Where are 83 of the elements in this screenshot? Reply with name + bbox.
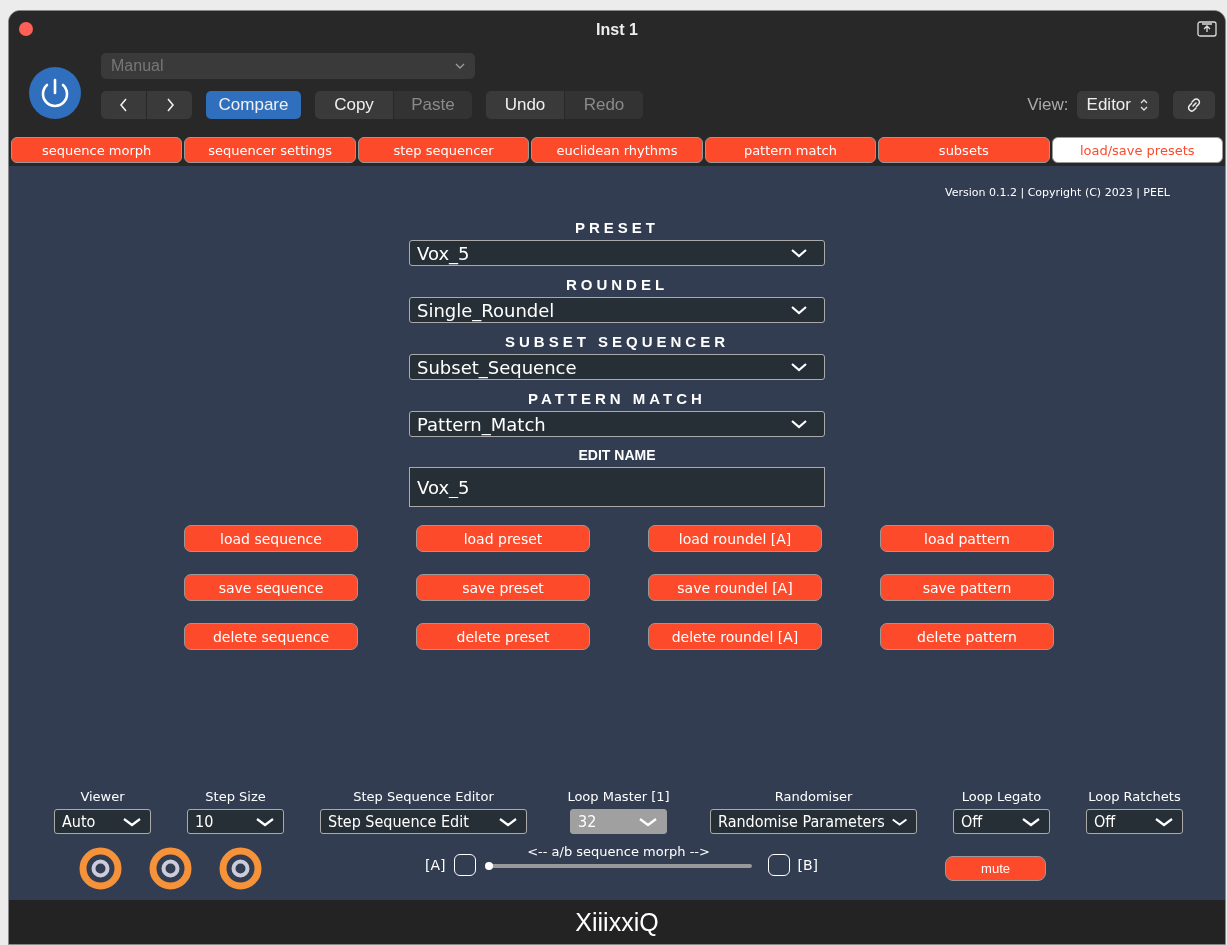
view-menu[interactable]: Editor — [1076, 91, 1159, 119]
chevron-down-icon — [790, 362, 808, 372]
chevron-down-icon — [790, 419, 808, 429]
window-title: Inst 1 — [596, 21, 638, 39]
chevron-left-icon — [118, 98, 129, 112]
chevron-down-icon — [790, 248, 808, 258]
history-button[interactable]: Undo — [486, 91, 564, 119]
name-input-field[interactable]: Vox_5 — [409, 467, 825, 507]
tab[interactable]: sequence morph — [11, 137, 183, 163]
mute-button[interactable]: mute — [945, 855, 1047, 881]
morph-slider-track[interactable] — [485, 864, 752, 868]
next-button[interactable] — [147, 91, 192, 119]
a-label: [A] — [425, 857, 446, 875]
power-button[interactable] — [29, 67, 81, 119]
compare-button[interactable]: Compare — [206, 91, 301, 119]
action-button[interactable]: load roundel [A] — [648, 525, 822, 552]
menu-label: Viewer — [80, 789, 125, 804]
field-label: SUBSET SEQUENCER — [505, 333, 729, 350]
ring-knob-icon[interactable] — [219, 846, 262, 890]
slider-thumb[interactable] — [484, 862, 493, 870]
action-button[interactable]: delete sequence — [184, 623, 358, 650]
field-label: ROUNDEL — [565, 276, 669, 293]
tab[interactable]: sequencer settings — [184, 137, 356, 163]
edit-button[interactable]: Copy — [315, 91, 393, 119]
chevron-down-icon — [890, 816, 908, 827]
ring-knob-icon[interactable] — [79, 846, 122, 890]
action-button[interactable]: delete preset — [416, 623, 590, 650]
menu-label: Loop Ratchets — [1088, 789, 1181, 804]
dropdown[interactable]: Randomise Parameters — [710, 809, 917, 834]
action-button[interactable]: save sequence — [184, 574, 358, 601]
menu-label: Randomiser — [774, 789, 853, 804]
menu-label: Loop Master [1] — [567, 789, 670, 804]
chevron-down-icon — [1021, 816, 1041, 827]
version-text: Version 0.1.2 | Copyright (C) 2023 | PEEL — [945, 186, 1170, 199]
action-button[interactable]: delete roundel [A] — [648, 623, 822, 650]
dropdown[interactable]: 10 — [187, 809, 284, 834]
field-label: EDIT NAME — [578, 447, 656, 463]
dropdown[interactable]: Auto — [54, 809, 151, 834]
preset-dropdown[interactable]: Pattern_Match — [409, 411, 825, 437]
tab[interactable]: euclidean rhythms — [531, 137, 703, 163]
menu-label: Loop Legato — [961, 789, 1042, 804]
close-button[interactable] — [19, 22, 33, 36]
action-button[interactable]: save preset — [416, 574, 590, 601]
b-checkbox[interactable] — [767, 854, 790, 876]
window-float-icon[interactable] — [1197, 21, 1217, 37]
menu-label: Step Sequence Editor — [353, 789, 494, 804]
chevron-down-icon — [1154, 816, 1174, 827]
previous-button[interactable] — [101, 91, 146, 119]
tab[interactable]: step sequencer — [357, 137, 530, 163]
chevron-down-icon — [498, 816, 518, 827]
chevron-down-icon — [122, 816, 142, 827]
chevron-right-icon — [164, 98, 175, 112]
dropdown[interactable]: Off — [953, 809, 1050, 834]
tab[interactable]: pattern match — [704, 137, 877, 163]
tab[interactable]: subsets — [878, 137, 1050, 163]
up-down-chevron-icon — [1139, 98, 1149, 112]
menu-label: Step Size — [205, 789, 266, 804]
link-button[interactable] — [1173, 91, 1215, 119]
chevron-down-icon — [455, 63, 465, 69]
view-label: View: — [1027, 95, 1069, 115]
action-button[interactable]: save roundel [A] — [648, 574, 822, 601]
action-button[interactable]: delete pattern — [880, 623, 1054, 650]
dropdown[interactable]: Off — [1086, 809, 1183, 834]
brand-name: XiiixxiQ — [575, 907, 659, 937]
field-label: PRESET — [575, 219, 659, 236]
action-button[interactable]: save pattern — [880, 574, 1054, 601]
ring-knob-icon[interactable] — [149, 846, 192, 890]
field-label: PATTERN MATCH — [528, 390, 706, 407]
action-button[interactable]: load sequence — [184, 525, 358, 552]
morph-label: <-- a/b sequence morph --> — [527, 844, 710, 859]
b-label: [B] — [797, 857, 819, 875]
chevron-down-icon — [790, 305, 808, 315]
dropdown[interactable]: Step Sequence Edit — [320, 809, 527, 834]
tab[interactable]: load/save presets — [1051, 137, 1223, 163]
chevron-down-icon — [638, 816, 658, 827]
preset-dropdown[interactable]: Subset_Sequence — [409, 354, 825, 380]
preset-dropdown[interactable]: Single_Roundel — [409, 297, 825, 323]
link-icon — [1185, 96, 1203, 114]
action-button[interactable]: load pattern — [880, 525, 1054, 552]
chevron-down-icon — [255, 816, 275, 827]
a-checkbox[interactable] — [453, 854, 476, 876]
preset-dropdown[interactable]: Vox_5 — [409, 240, 825, 266]
action-button[interactable]: load preset — [416, 525, 590, 552]
